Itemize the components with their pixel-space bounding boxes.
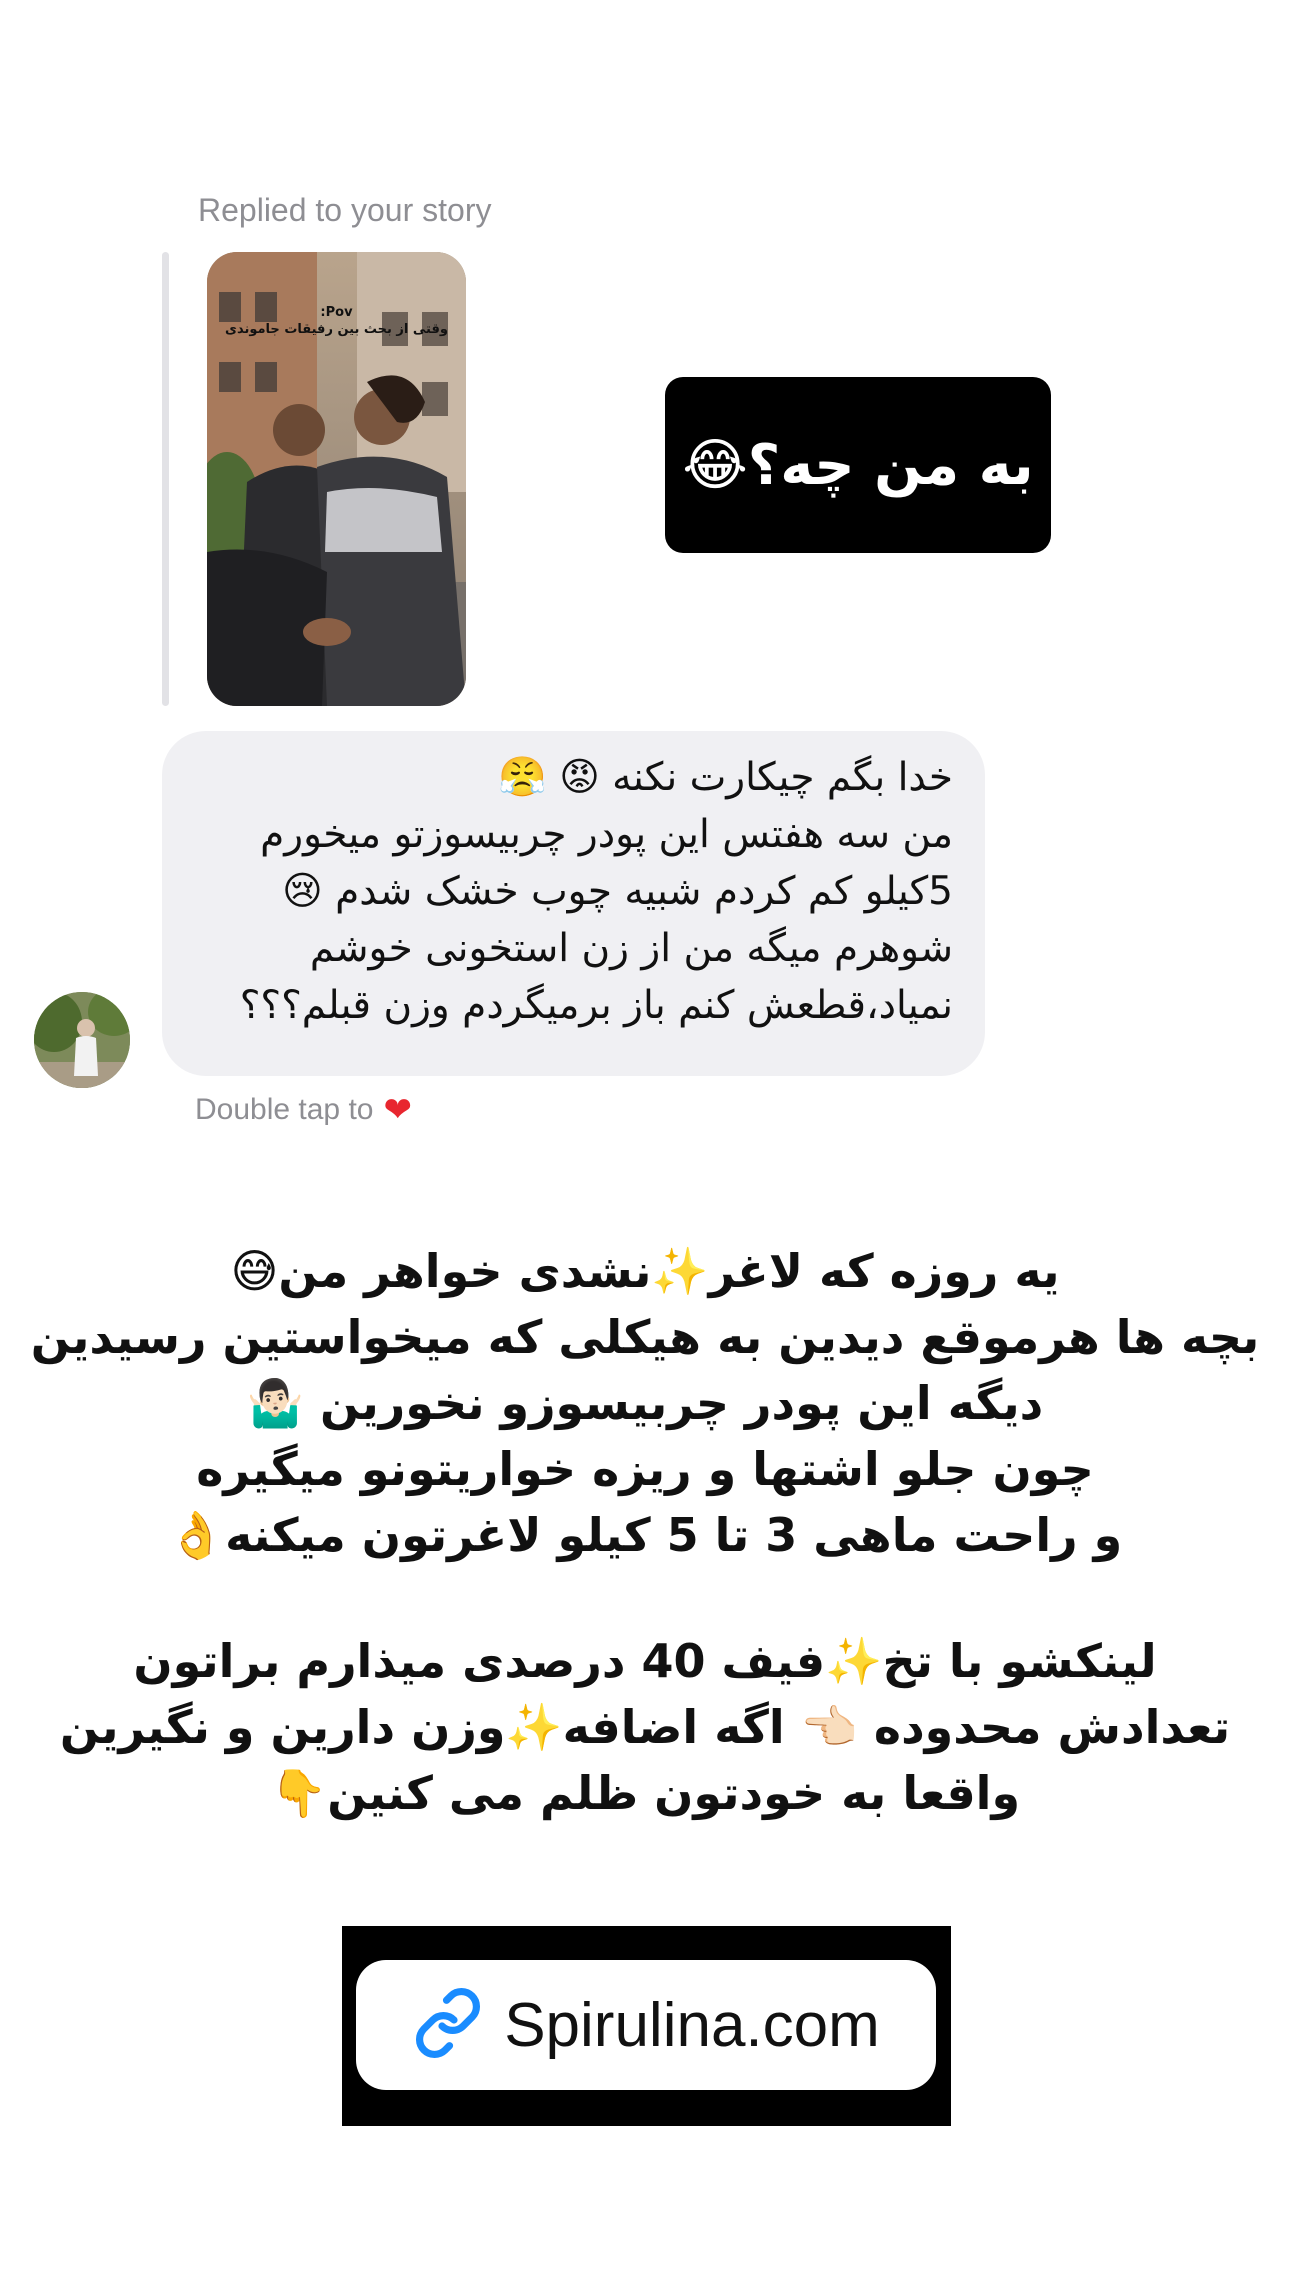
caption-line: یه روزه که لاغر✨نشدی خواهر من😅 <box>230 1244 1060 1298</box>
caption-line: دیگه این پودر چربیسوزو نخورین 🤷🏻‍♂️ <box>246 1376 1044 1430</box>
caption-line: لینکشو با تخ✨فیف 40 درصدی میذارم براتون <box>133 1634 1157 1688</box>
link-url: Spirulina.com <box>504 1990 880 2060</box>
caption-line: بچه ها هرموقع دیدین به هیکلی که میخواستی… <box>30 1310 1260 1364</box>
link-icon <box>412 1987 484 2063</box>
caption-line: چون جلو اشتها و ریزه خواریتونو میگیره <box>196 1442 1094 1496</box>
avatar-image <box>34 992 130 1088</box>
message-line: من سه هفتس این پودر چربیسوزتو میخورم <box>260 812 953 857</box>
message-text: خدا بگم چیکارت نکنه 😡 😤 من سه هفتس این پ… <box>194 749 953 1034</box>
message-line: نمیاد،قطعش کنم باز برمیگردم وزن قبلم؟؟؟ <box>239 983 953 1028</box>
story-caption-bottom: لینکشو با تخ✨فیف 40 درصدی میذارم براتون … <box>30 1628 1260 1826</box>
caption-line: و راحت ماهی 3 تا 5 کیلو لاغرتون میکنه👌 <box>167 1508 1123 1562</box>
message-line: شوهرم میگه من از زن استخونی خوشم <box>309 926 953 971</box>
double-tap-label: Double tap to <box>195 1093 374 1126</box>
replied-to-story-label: Replied to your story <box>198 192 492 228</box>
text-sticker: به من چه؟😂 <box>665 377 1051 553</box>
link-sticker-button[interactable]: Spirulina.com <box>356 1960 936 2090</box>
thumbnail-caption: Pov: وقتی از بحث بین رفیقات جاموندی <box>207 304 466 338</box>
sender-avatar[interactable] <box>34 992 130 1088</box>
link-sticker: Spirulina.com <box>342 1926 951 2126</box>
reply-indicator-bar <box>162 252 169 706</box>
thumbnail-caption-line1: Pov: <box>320 305 353 320</box>
caption-line: واقعا به خودتون ظلم می کنین👇 <box>269 1766 1021 1820</box>
message-line: 5کیلو کم کردم شبیه چوب خشک شدم 😢 <box>282 869 953 914</box>
thumbnail-caption-line2: وقتی از بحث بین رفیقات جاموندی <box>225 322 448 337</box>
story-thumbnail[interactable]: Pov: وقتی از بحث بین رفیقات جاموندی <box>207 252 466 706</box>
caption-line: تعدادش محدوده 👈🏻 اگه اضافه✨وزن دارین و ن… <box>59 1700 1231 1754</box>
story-caption-top: یه روزه که لاغر✨نشدی خواهر من😅 بچه ها هر… <box>30 1238 1260 1568</box>
heart-icon[interactable]: ❤ <box>383 1090 412 1130</box>
message-bubble[interactable]: خدا بگم چیکارت نکنه 😡 😤 من سه هفتس این پ… <box>162 731 985 1076</box>
message-line: خدا بگم چیکارت نکنه 😡 😤 <box>498 755 953 800</box>
double-tap-hint: Double tap to ❤ <box>195 1090 412 1130</box>
